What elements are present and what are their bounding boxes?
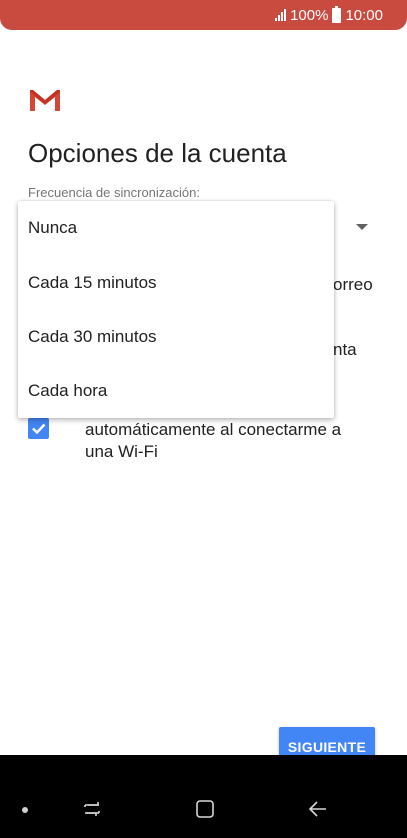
sync-option-label-partial: nta — [333, 340, 357, 359]
auto-download-label-line-1: automáticamente al conectarme a — [85, 420, 342, 439]
status-bar: 100% 10:00 — [0, 0, 407, 30]
check-icon — [32, 423, 46, 435]
sync-frequency-menu: Nunca Cada 15 minutos Cada 30 minutos Ca… — [18, 201, 334, 418]
signal-icon — [275, 9, 287, 21]
battery-icon — [332, 5, 342, 23]
menu-item-hourly[interactable]: Cada hora — [28, 364, 324, 418]
sync-frequency-label: Frecuencia de sincronización: — [28, 185, 200, 200]
status-time: 10:00 — [345, 6, 383, 24]
menu-item-30-minutes[interactable]: Cada 30 minutos — [28, 310, 324, 364]
navigation-bar — [0, 755, 407, 838]
page-title: Opciones de la cuenta — [28, 138, 287, 168]
menu-item-never[interactable]: Nunca — [28, 201, 324, 255]
recents-icon[interactable] — [82, 799, 102, 819]
auto-download-checkbox[interactable] — [28, 418, 49, 439]
auto-download-label-line-2: una Wi-Fi — [85, 442, 158, 461]
menu-item-15-minutes[interactable]: Cada 15 minutos — [28, 256, 324, 310]
home-icon[interactable] — [195, 799, 215, 819]
notify-option-label-partial: orreo — [333, 275, 373, 294]
battery-percent: 100% — [290, 6, 329, 24]
dropdown-arrow-icon[interactable] — [356, 224, 368, 230]
nav-indicator-dot — [22, 807, 28, 813]
status-icons: 100% 10:00 — [275, 5, 383, 25]
back-icon[interactable] — [308, 799, 328, 819]
gmail-logo-icon — [28, 87, 62, 113]
